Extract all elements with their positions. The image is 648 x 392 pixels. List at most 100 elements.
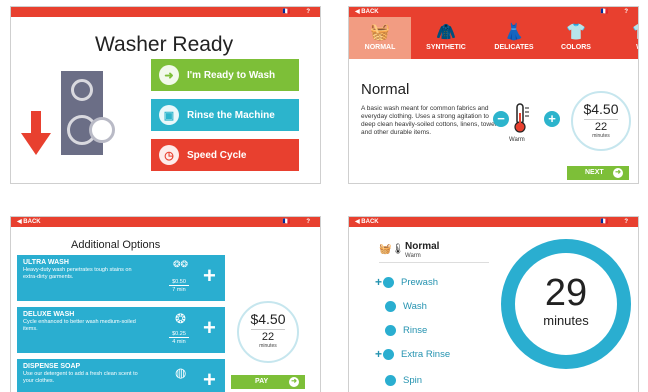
remaining-unit: minutes — [543, 313, 589, 328]
speed-cycle-button[interactable]: ◷ Speed Cycle — [151, 139, 299, 171]
option-description: Cycle enhanced to better wash medium-soi… — [23, 319, 136, 332]
clock-icon: ◷ — [159, 145, 179, 165]
rinse-machine-label: Rinse the Machine — [187, 109, 275, 121]
option-price: $0.25 — [169, 331, 189, 338]
option-deluxe-wash[interactable]: DELUXE WASH Cycle enhanced to better was… — [17, 307, 225, 353]
added-step-icon: + — [375, 275, 383, 289]
step-label: Prewash — [401, 276, 438, 288]
step-label: Rinse — [403, 324, 428, 336]
temp-decrease-button[interactable]: − — [493, 111, 509, 127]
step-label: Extra Rinse — [401, 348, 451, 360]
bubbles-icon — [383, 276, 395, 288]
top-bar: 🇫🇷 ? — [11, 7, 320, 17]
added-step-icon: + — [375, 347, 383, 361]
price-value: $4.50 — [583, 101, 619, 117]
arrow-right-icon: ➜ — [289, 377, 299, 387]
shirt-icon: 👕 — [566, 24, 586, 41]
option-dispense-soap[interactable]: DISPENSE SOAP Use our detergent to add a… — [17, 359, 225, 392]
wash-icon — [385, 300, 396, 312]
step-prewash: + Prewash — [375, 275, 438, 289]
page-title: Washer Ready — [95, 33, 234, 56]
basket-icon: 🧺 — [370, 24, 390, 41]
cycle-temperature: Warm — [405, 253, 421, 259]
water-drop-icon — [385, 324, 396, 336]
price-summary: $4.50 22 minutes — [237, 301, 299, 363]
temperature-label: Warm — [509, 137, 525, 143]
option-time: 7 min — [172, 287, 186, 293]
next-button[interactable]: NEXT ➜ — [567, 166, 629, 180]
option-price: $0.50 — [169, 279, 189, 286]
step-wash: Wash — [385, 299, 427, 313]
language-button[interactable]: 🇫🇷 — [601, 217, 608, 227]
option-name: ULTRA WASH — [23, 259, 69, 266]
add-option-button[interactable]: + — [203, 265, 216, 287]
minutes-unit: minutes — [592, 133, 610, 139]
cycle-name: Normal — [405, 241, 440, 252]
additional-options-screen: ◀ BACK 🇫🇷 ? Additional Options ULTRA WAS… — [10, 216, 321, 392]
step-extra-rinse: + Extra Rinse — [375, 347, 450, 361]
time-remaining-ring: 29 minutes — [501, 239, 631, 369]
option-time: 4 min — [172, 339, 186, 345]
ready-to-wash-label: I'm Ready to Wash — [187, 69, 276, 81]
dress-icon: 👗 — [504, 24, 524, 41]
back-button[interactable]: ◀ BACK — [355, 7, 379, 17]
soap-icon: ◍ — [175, 365, 187, 380]
top-bar: ◀ BACK 🇫🇷 ? — [349, 7, 638, 17]
help-button[interactable]: ? — [624, 7, 628, 17]
add-option-button[interactable]: + — [203, 317, 216, 339]
add-option-button[interactable]: + — [203, 369, 216, 391]
minutes-unit: minutes — [259, 343, 277, 349]
help-button[interactable]: ? — [306, 217, 310, 227]
step-spin: Spin — [385, 373, 422, 387]
cycle-title: Normal — [361, 81, 410, 98]
option-description: Use our detergent to add a fresh clean s… — [23, 371, 138, 384]
rinse-machine-button[interactable]: ▣ Rinse the Machine — [151, 99, 299, 131]
step-label: Wash — [403, 300, 427, 312]
cycle-tabs: 🧺 NORMAL 🧥 SYNTHETIC 👗 DELICATES 👕 COLOR… — [349, 17, 638, 59]
washer-door-icon — [89, 117, 115, 143]
jacket-icon: 🧥 — [436, 24, 456, 41]
price-value: $4.50 — [250, 311, 286, 327]
language-button[interactable]: 🇫🇷 — [283, 217, 290, 227]
speed-cycle-label: Speed Cycle — [187, 149, 247, 161]
step-rinse: Rinse — [385, 323, 427, 337]
arrow-right-icon: ➜ — [159, 65, 179, 85]
page-title: Additional Options — [71, 239, 161, 251]
top-bar: ◀ BACK 🇫🇷 ? — [11, 217, 320, 227]
language-button[interactable]: 🇫🇷 — [283, 7, 290, 17]
tab-whites[interactable]: 👕 WH — [611, 17, 638, 59]
spin-icon — [385, 374, 396, 386]
cycle-description: A basic wash meant for common fabrics an… — [361, 105, 500, 136]
tab-normal[interactable]: 🧺 NORMAL — [349, 17, 411, 59]
minutes-value: 22 — [251, 329, 285, 343]
washer-ready-screen: 🇫🇷 ? Washer Ready ➜ I'm Ready to Wash ▣ … — [10, 6, 321, 184]
back-button[interactable]: ◀ BACK — [17, 217, 41, 227]
arrow-right-icon: ➜ — [613, 168, 623, 178]
shirt-icon: 👕 — [611, 22, 638, 44]
language-button[interactable]: 🇫🇷 — [601, 7, 608, 17]
bubbles-icon: ❂❂ — [173, 259, 189, 269]
option-name: DISPENSE SOAP — [23, 363, 81, 370]
option-ultra-wash[interactable]: ULTRA WASH Heavy-duty wash penetrates to… — [17, 255, 225, 301]
back-button[interactable]: ◀ BACK — [355, 217, 379, 227]
tab-colors[interactable]: 👕 COLORS — [545, 17, 607, 59]
cycle-select-screen: ◀ BACK 🇫🇷 ? 🧺 NORMAL 🧥 SYNTHETIC 👗 DELIC… — [348, 6, 639, 184]
wash-progress-screen: ◀ BACK 🇫🇷 ? 🧺🌡 Normal Warm + Prewash Was… — [348, 216, 639, 392]
tab-synthetic[interactable]: 🧥 SYNTHETIC — [415, 17, 477, 59]
ready-to-wash-button[interactable]: ➜ I'm Ready to Wash — [151, 59, 299, 91]
washer-icon — [61, 71, 103, 155]
option-name: DELUXE WASH — [23, 311, 75, 318]
thermometer-icon — [514, 103, 529, 133]
arrow-down-icon — [21, 111, 51, 155]
help-button[interactable]: ? — [306, 7, 310, 17]
price-summary: $4.50 22 minutes — [571, 91, 631, 151]
top-bar: ◀ BACK 🇫🇷 ? — [349, 217, 638, 227]
remaining-minutes: 29 — [544, 272, 588, 314]
option-description: Heavy-duty wash penetrates tough stains … — [23, 267, 132, 280]
tab-delicates[interactable]: 👗 DELICATES — [483, 17, 545, 59]
help-button[interactable]: ? — [624, 217, 628, 227]
bubbles-icon — [383, 348, 395, 360]
pay-button[interactable]: PAY ➜ — [231, 375, 305, 389]
temp-increase-button[interactable]: + — [544, 111, 560, 127]
minutes-value: 22 — [584, 119, 618, 133]
